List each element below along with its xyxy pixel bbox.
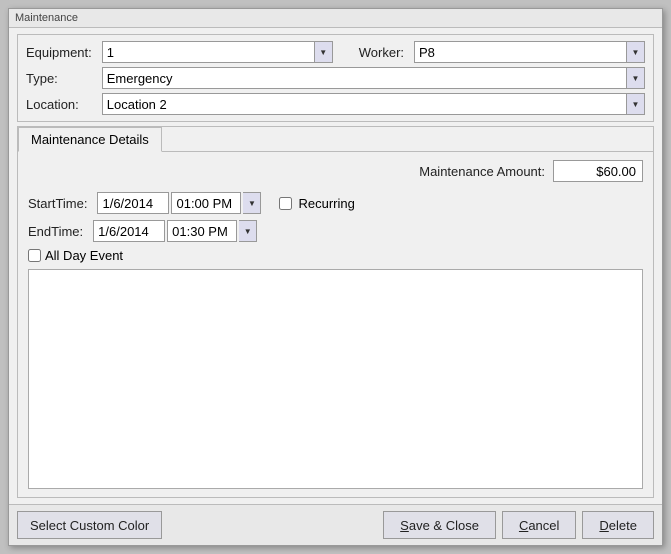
equipment-dropdown-btn[interactable]: ▼: [315, 41, 333, 63]
maintenance-amount-label: Maintenance Amount:: [419, 164, 545, 179]
footer-left: Select Custom Color: [17, 511, 377, 539]
custom-color-button[interactable]: Select Custom Color: [17, 511, 162, 539]
equipment-label: Equipment:: [26, 45, 96, 60]
endtime-label: EndTime:: [28, 224, 87, 239]
window-title: Maintenance: [9, 9, 662, 28]
cancel-button[interactable]: Cancel: [502, 511, 576, 539]
worker-label: Worker:: [339, 45, 408, 60]
maintenance-amount-row: Maintenance Amount:: [28, 160, 643, 182]
main-window: Maintenance Equipment: ▼ Worker: ▼ Type:…: [8, 8, 663, 546]
end-time-input[interactable]: [167, 220, 237, 242]
type-input[interactable]: [102, 67, 627, 89]
recurring-checkbox[interactable]: [279, 197, 292, 210]
footer: Select Custom Color Save & Close Cancel …: [9, 504, 662, 545]
tab-label: Maintenance Details: [31, 132, 149, 147]
worker-dropdown-btn[interactable]: ▼: [627, 41, 645, 63]
custom-color-label: Select Custom Color: [30, 518, 149, 533]
save-close-button[interactable]: Save & Close: [383, 511, 496, 539]
all-day-label[interactable]: All Day Event: [28, 248, 123, 263]
delete-label: Delete: [599, 518, 637, 533]
location-input[interactable]: [102, 93, 627, 115]
start-date-input[interactable]: [97, 192, 169, 214]
end-time-dropdown-btn[interactable]: ▼: [239, 220, 257, 242]
location-label: Location:: [26, 97, 96, 112]
start-time-dropdown-btn[interactable]: ▼: [243, 192, 261, 214]
endtime-row: EndTime: ▼: [28, 220, 643, 242]
notes-textarea[interactable]: [28, 269, 643, 489]
tab-maintenance-details[interactable]: Maintenance Details: [18, 127, 162, 152]
worker-input[interactable]: [414, 41, 627, 63]
starttime-label: StartTime:: [28, 196, 91, 211]
tab-header: Maintenance Details: [18, 127, 653, 152]
save-close-label: Save & Close: [400, 518, 479, 533]
starttime-row: StartTime: ▼ Recurring: [28, 192, 643, 214]
end-date-input[interactable]: [93, 220, 165, 242]
all-day-text: All Day Event: [45, 248, 123, 263]
type-field[interactable]: ▼: [102, 67, 645, 89]
worker-field[interactable]: ▼: [414, 41, 645, 63]
all-day-checkbox[interactable]: [28, 249, 41, 262]
tab-content: Maintenance Amount: StartTime: ▼: [18, 152, 653, 497]
all-day-row: All Day Event: [28, 248, 643, 263]
maintenance-amount-input[interactable]: [553, 160, 643, 182]
type-label: Type:: [26, 71, 96, 86]
equipment-field[interactable]: ▼: [102, 41, 333, 63]
form-grid: Equipment: ▼ Worker: ▼ Type: ▼ Location:…: [17, 34, 654, 122]
window-content: Equipment: ▼ Worker: ▼ Type: ▼ Location:…: [9, 28, 662, 504]
type-dropdown-btn[interactable]: ▼: [627, 67, 645, 89]
tab-container: Maintenance Details Maintenance Amount: …: [17, 126, 654, 498]
cancel-label: Cancel: [519, 518, 559, 533]
starttime-fields: ▼: [97, 192, 261, 214]
recurring-group: Recurring: [279, 196, 354, 211]
delete-button[interactable]: Delete: [582, 511, 654, 539]
location-dropdown-btn[interactable]: ▼: [627, 93, 645, 115]
recurring-label: Recurring: [298, 196, 354, 211]
endtime-fields: ▼: [93, 220, 257, 242]
starttime-row-inner: StartTime: ▼: [28, 192, 261, 214]
location-field[interactable]: ▼: [102, 93, 645, 115]
start-time-input[interactable]: [171, 192, 241, 214]
equipment-input[interactable]: [102, 41, 315, 63]
